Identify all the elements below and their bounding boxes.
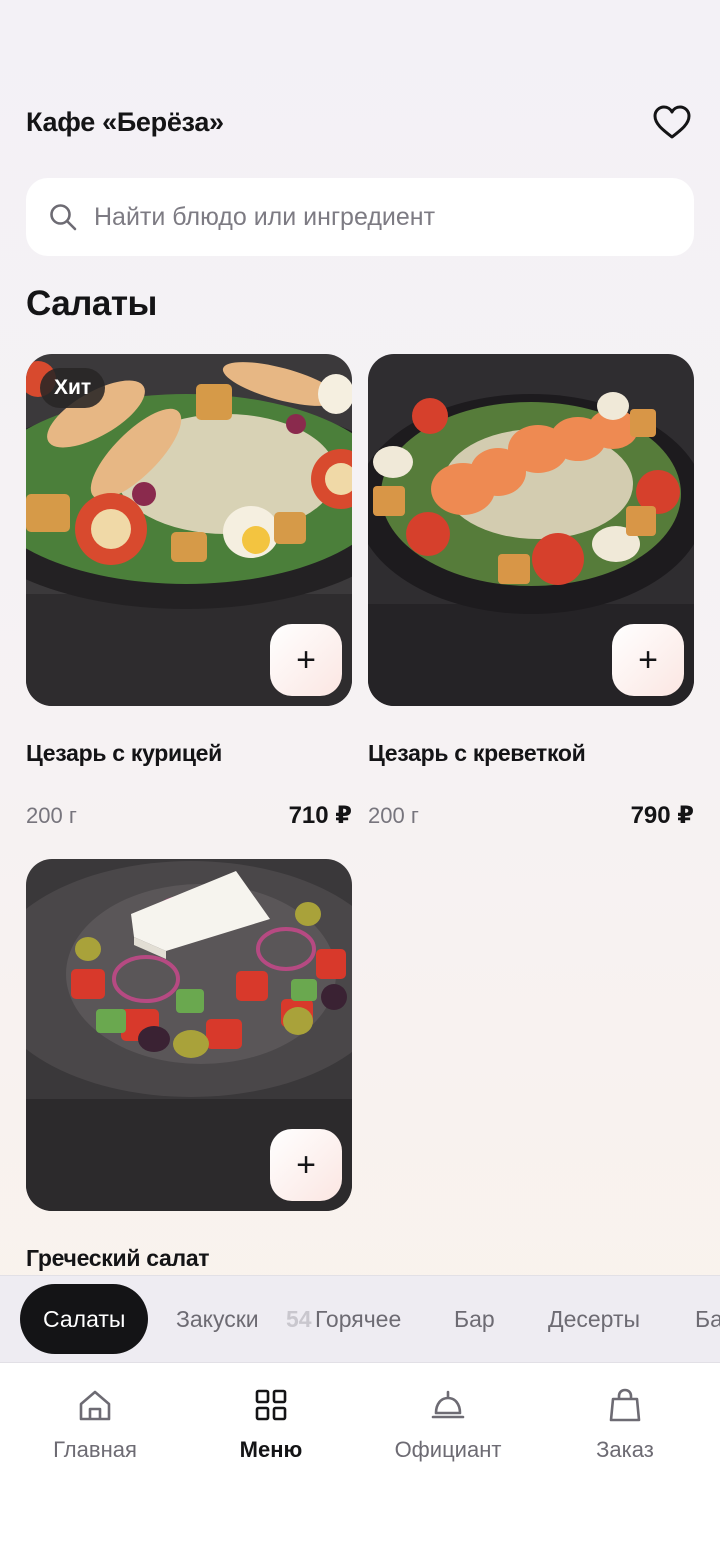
category-tab-bar[interactable]: Бар [454, 1284, 495, 1354]
search-bar[interactable] [26, 178, 694, 256]
home-icon [75, 1385, 115, 1425]
tab-menu[interactable]: Меню [181, 1385, 361, 1463]
add-to-cart-button[interactable]: + [270, 1129, 342, 1201]
tab-waiter[interactable]: Официант [358, 1385, 538, 1463]
dish-name: Греческий салат [26, 1245, 210, 1271]
dish-image[interactable]: + [368, 354, 694, 706]
hit-badge: Хит [40, 368, 106, 408]
shopping-bag-icon [605, 1385, 645, 1425]
dish-card[interactable]: + Цезарь с креветкой 200 г 790 ₽ [368, 354, 694, 830]
service-bell-icon [428, 1385, 468, 1425]
dish-price: 790 ₽ [630, 802, 694, 829]
search-icon [48, 202, 78, 232]
dish-card[interactable]: + Греческий салат [26, 859, 352, 1279]
add-to-cart-button[interactable]: + [612, 624, 684, 696]
dish-image[interactable]: Хит + [26, 354, 352, 706]
dish-meta: 200 г 710 ₽ [26, 801, 352, 830]
tab-label: Меню [239, 1437, 303, 1462]
tab-label: Заказ [596, 1437, 654, 1462]
scroll-overlay-text: 54 [286, 1306, 312, 1332]
grid-menu-icon [251, 1385, 291, 1425]
heart-icon [653, 105, 691, 139]
dish-weight: 200 г [26, 803, 77, 828]
add-to-cart-button[interactable]: + [270, 624, 342, 696]
dish-name: Цезарь с креветкой [368, 740, 586, 766]
dish-weight: 200 г [368, 803, 419, 828]
cafe-title: Кафе «Берёза» [26, 106, 224, 137]
dish-name: Цезарь с курицей [26, 740, 223, 766]
tab-label: Официант [394, 1437, 502, 1462]
plus-icon: + [296, 1145, 316, 1184]
dish-meta: 200 г 790 ₽ [368, 801, 694, 830]
dish-card[interactable]: Хит + Цезарь с курицей 200 г 710 ₽ [26, 354, 352, 830]
category-tabs[interactable]: Салаты Закуски 54 Горячее Бар Десерты Ба [0, 1275, 720, 1363]
plus-icon: + [638, 640, 658, 679]
category-tab-hot[interactable]: Горячее [315, 1284, 401, 1354]
plus-icon: + [296, 640, 316, 679]
category-tab-desserts[interactable]: Десерты [548, 1284, 640, 1354]
tab-order[interactable]: Заказ [535, 1385, 715, 1463]
category-tab-salads[interactable]: Салаты [20, 1284, 149, 1354]
favorite-button[interactable] [650, 100, 694, 144]
category-tab-appetizers[interactable]: Закуски [176, 1284, 259, 1354]
header: Кафе «Берёза» [26, 100, 694, 144]
dish-image[interactable]: + [26, 859, 352, 1211]
search-input[interactable] [94, 202, 654, 232]
section-title: Салаты [26, 284, 157, 323]
category-tab-truncated[interactable]: Ба [695, 1284, 720, 1354]
tab-label: Главная [53, 1437, 137, 1462]
dish-price: 710 ₽ [288, 802, 352, 829]
bottom-navigation: Главная Меню Официант Заказ [0, 1363, 720, 1541]
tab-home[interactable]: Главная [5, 1385, 185, 1463]
